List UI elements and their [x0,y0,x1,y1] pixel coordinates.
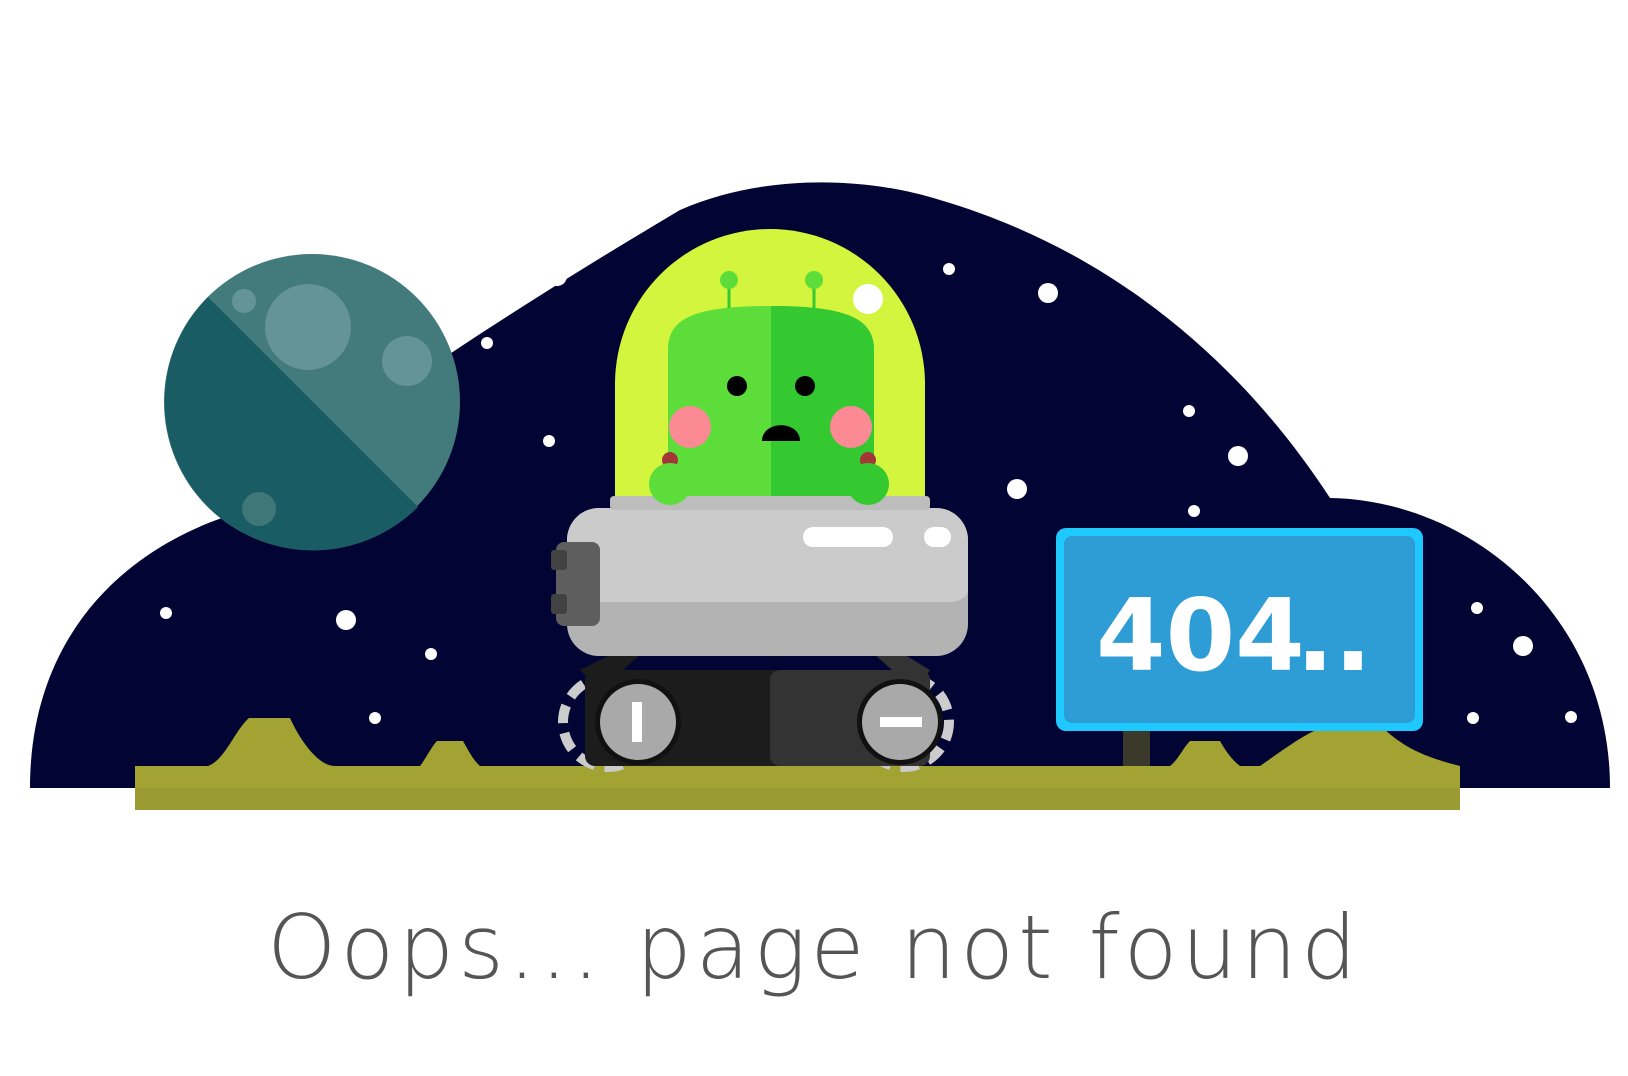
error-code-dots: .. [1296,577,1372,694]
space-rover-illustration: 404 .. [30,182,1610,810]
rover-light-short [924,527,951,547]
rover-tread [558,655,954,772]
error-sign: 404 .. [1056,528,1423,731]
wheel-marker-right [880,717,922,727]
rover-light-long [803,527,893,547]
rover-body [551,496,968,656]
alien-hand-left [649,463,691,505]
wheel-marker-left [632,702,642,742]
planet-icon [164,254,460,551]
alien-eye-right [795,376,815,396]
alien-hand-right [847,463,889,505]
error-code: 404 [1096,577,1305,694]
page-not-found-message: Oops... page not found [267,896,1361,999]
not-found-page: 404 .. Oops... page not found [0,0,1628,1076]
alien-eye-left [727,376,747,396]
dome-shine [853,284,883,314]
